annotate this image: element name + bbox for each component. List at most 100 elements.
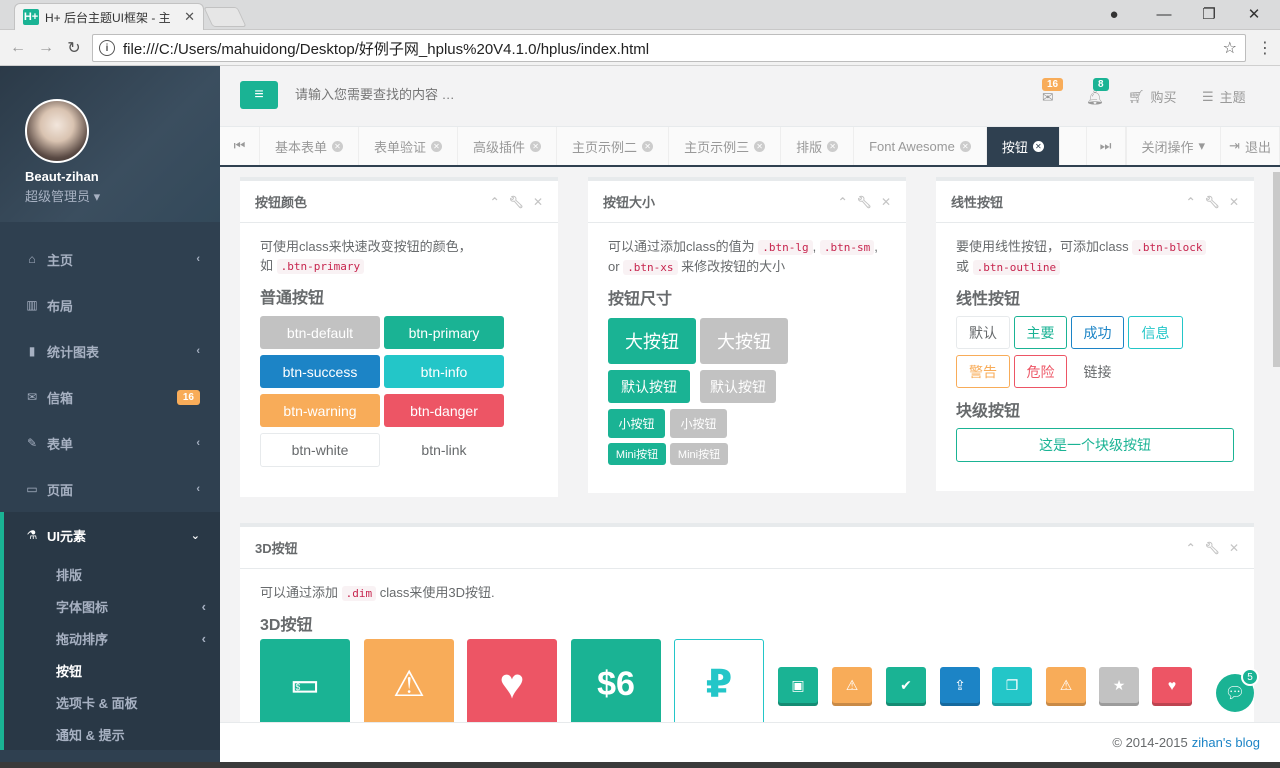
dim-small-heart-button[interactable]: ♥: [1152, 667, 1192, 703]
close-icon[interactable]: ✕: [642, 140, 654, 152]
minimize-button[interactable]: —: [1154, 4, 1174, 24]
tab-typography[interactable]: 排版 ✕: [781, 127, 855, 165]
sidebar-subitem-typography[interactable]: 排版: [4, 558, 220, 590]
dim-small-copy-button[interactable]: ❐: [992, 667, 1032, 703]
chevron-up-icon[interactable]: ⌃: [1186, 541, 1196, 555]
close-tab-icon[interactable]: ✕: [184, 9, 195, 25]
sidebar-subitem-buttons[interactable]: 按钮: [4, 654, 220, 686]
large-default-button[interactable]: 大按钮: [700, 318, 788, 364]
tab-advanced-plugins[interactable]: 高级插件 ✕: [458, 127, 558, 165]
btn-primary-button[interactable]: btn-primary: [384, 316, 504, 349]
tab-form-validation[interactable]: 表单验证 ✕: [359, 127, 459, 165]
small-default-button[interactable]: 小按钮: [670, 409, 727, 438]
outline-primary-button[interactable]: 主要: [1014, 316, 1067, 349]
close-icon[interactable]: ✕: [431, 140, 443, 152]
back-button[interactable]: ←: [8, 38, 28, 58]
dim-small-star-button[interactable]: ★: [1099, 667, 1139, 703]
menu-toggle-button[interactable]: ≡: [240, 81, 278, 109]
wrench-icon[interactable]: 🔧︎: [1205, 541, 1220, 555]
sidebar-item-mailbox[interactable]: ✉ 信箱 16: [0, 374, 220, 420]
profile-role-dropdown[interactable]: 超级管理员 ▾: [25, 186, 220, 205]
dim-ruble-button[interactable]: ₽: [674, 639, 764, 722]
close-icon[interactable]: ✕: [332, 140, 344, 152]
btn-info-button[interactable]: btn-info: [384, 355, 504, 388]
close-window-button[interactable]: ✕: [1244, 4, 1264, 24]
close-icon[interactable]: ✕: [533, 195, 543, 209]
close-icon[interactable]: ✕: [1032, 140, 1044, 152]
close-icon[interactable]: ✕: [754, 140, 766, 152]
tab-home-example-3[interactable]: 主页示例三 ✕: [669, 127, 782, 165]
envelope-icon[interactable]: ✉: [1042, 89, 1054, 106]
sidebar-item-layout[interactable]: ▥ 布局: [0, 282, 220, 328]
dim-heart-button[interactable]: ♥: [467, 639, 557, 722]
search-input[interactable]: [295, 87, 595, 102]
sidebar-item-ui[interactable]: ⚗ UI元素 ⌄: [0, 512, 220, 558]
dim-small-money-button[interactable]: ▣: [778, 667, 818, 703]
maximize-button[interactable]: ❐: [1199, 4, 1219, 24]
dim-small-warning-button-2[interactable]: ⚠: [1046, 667, 1086, 703]
close-icon[interactable]: ✕: [881, 195, 891, 209]
tabs-scroll-right-button[interactable]: ⏭: [1085, 127, 1126, 165]
sidebar-item-charts[interactable]: ▮ 统计图表 ‹: [0, 328, 220, 374]
close-operations-dropdown[interactable]: 关闭操作 ▾: [1125, 127, 1222, 165]
btn-default-button[interactable]: btn-default: [260, 316, 380, 349]
small-primary-button[interactable]: 小按钮: [608, 409, 665, 438]
dim-small-check-button[interactable]: ✔: [886, 667, 926, 703]
logout-button[interactable]: ⇥ 退出: [1221, 127, 1280, 165]
close-icon[interactable]: ✕: [1229, 195, 1239, 209]
chevron-up-icon[interactable]: ⌃: [838, 195, 848, 209]
browser-menu-icon[interactable]: ⋮: [1257, 38, 1273, 58]
buy-link[interactable]: 🛒︎ 购买: [1128, 87, 1177, 106]
default-primary-button[interactable]: 默认按钮: [608, 370, 690, 403]
large-primary-button[interactable]: 大按钮: [608, 318, 696, 364]
sidebar-subitem-notifications[interactable]: 通知 & 提示: [4, 718, 220, 750]
chevron-up-icon[interactable]: ⌃: [490, 195, 500, 209]
outline-info-button[interactable]: 信息: [1128, 316, 1183, 349]
bell-icon[interactable]: 🔔︎: [1086, 89, 1104, 106]
default-default-button[interactable]: 默认按钮: [700, 370, 776, 403]
sidebar-subitem-tabs-panels[interactable]: 选项卡 & 面板: [4, 686, 220, 718]
outline-link-button[interactable]: 链接: [1071, 355, 1124, 388]
close-icon[interactable]: ✕: [530, 140, 542, 152]
sidebar-item-pages[interactable]: ▭ 页面 ‹: [0, 466, 220, 512]
tab-font-awesome[interactable]: Font Awesome ✕: [854, 127, 987, 165]
dim-small-warning-button[interactable]: ⚠: [832, 667, 872, 703]
theme-link[interactable]: ☰ 主题: [1202, 87, 1246, 106]
outline-warning-button[interactable]: 警告: [956, 355, 1010, 388]
chevron-up-icon[interactable]: ⌃: [1186, 195, 1196, 209]
chat-button[interactable]: 💬︎ 5: [1216, 668, 1259, 712]
sidebar-subitem-sortable[interactable]: 拖动排序 ‹: [4, 622, 220, 654]
btn-success-button[interactable]: btn-success: [260, 355, 380, 388]
close-icon[interactable]: ✕: [1229, 541, 1239, 555]
sidebar-item-forms[interactable]: ✎ 表单 ‹: [0, 420, 220, 466]
btn-warning-button[interactable]: btn-warning: [260, 394, 380, 427]
tab-home-example-2[interactable]: 主页示例二 ✕: [557, 127, 670, 165]
tabs-scroll-left-button[interactable]: ⏮: [220, 127, 260, 165]
avatar[interactable]: [25, 99, 89, 163]
wrench-icon[interactable]: 🔧︎: [857, 195, 872, 209]
close-icon[interactable]: ✕: [827, 140, 839, 152]
blog-link[interactable]: zihan's blog: [1192, 735, 1260, 750]
forward-button[interactable]: →: [36, 38, 56, 58]
dim-dollar-button[interactable]: $6: [571, 639, 661, 722]
wrench-icon[interactable]: 🔧︎: [1205, 195, 1220, 209]
browser-tab[interactable]: H+ H+ 后台主题UI框架 - 主 ✕: [14, 3, 204, 30]
block-button[interactable]: 这是一个块级按钮: [956, 428, 1234, 462]
outline-default-button[interactable]: 默认: [956, 316, 1010, 349]
outline-success-button[interactable]: 成功: [1071, 316, 1124, 349]
reload-button[interactable]: ↻: [64, 38, 84, 58]
page-scrollbar[interactable]: [1273, 172, 1280, 367]
tab-buttons[interactable]: 按钮 ✕: [986, 127, 1060, 165]
url-input[interactable]: i file:///C:/Users/mahuidong/Desktop/好例子…: [92, 34, 1246, 62]
btn-danger-button[interactable]: btn-danger: [384, 394, 504, 427]
wrench-icon[interactable]: 🔧︎: [509, 195, 524, 209]
dim-warning-button[interactable]: ⚠: [364, 639, 454, 722]
btn-white-button[interactable]: btn-white: [260, 433, 380, 467]
profile-icon[interactable]: ●: [1104, 4, 1124, 24]
dim-money-button[interactable]: 💵︎: [260, 639, 350, 722]
outline-danger-button[interactable]: 危险: [1014, 355, 1067, 388]
new-tab-button[interactable]: [203, 7, 247, 27]
tab-basic-form[interactable]: 基本表单 ✕: [260, 127, 360, 165]
close-icon[interactable]: ✕: [959, 140, 971, 152]
bookmark-star-icon[interactable]: ☆: [1223, 38, 1237, 58]
